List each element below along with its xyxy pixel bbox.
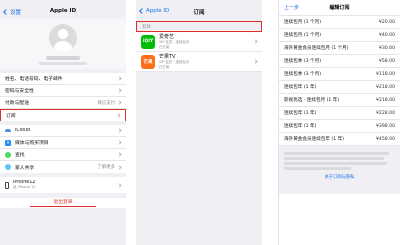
navigation-bar: 上一步 编辑订阅 <box>279 0 400 16</box>
option-label: 连续包季 (3 个月) <box>284 72 321 77</box>
option-label: 连续包季 (3 个月) <box>284 59 321 64</box>
subscription-option[interactable]: 连续包季 (3 个月) ¥118.00 <box>279 68 400 81</box>
chevron-right-icon <box>117 182 122 188</box>
option-price: ¥218.00 <box>376 84 395 90</box>
account-settings-group: 姓名、电话号码、电子邮件 密码与安全性 付款与配送 微信支付 订阅 <box>0 73 126 121</box>
chevron-right-icon <box>117 100 122 105</box>
option-label: 海外黄金会员连续包年 (1 年) <box>284 137 344 142</box>
option-price: ¥218.00 <box>376 97 395 103</box>
subscription-option[interactable]: 连续包月 (1 个月) ¥40.00 <box>279 29 400 42</box>
row-name-phone-email[interactable]: 姓名、电话号码、电子邮件 <box>0 73 126 85</box>
icloud-icon <box>5 127 11 134</box>
row-icloud[interactable]: iCloud <box>0 125 126 137</box>
chevron-right-icon <box>253 39 258 44</box>
chevron-right-icon <box>117 152 122 157</box>
option-label: 海外黄金会员连续包月 (1 个月) <box>284 46 349 51</box>
subscription-option[interactable]: 海外黄金会员连续包月 (1 个月) ¥30.00 <box>279 42 400 55</box>
option-price: ¥20.00 <box>378 19 395 25</box>
profile-header <box>0 19 126 69</box>
footnote-text-line <box>284 152 390 155</box>
footnote-text-line <box>284 157 384 160</box>
section-header-active: 有效 <box>136 21 262 32</box>
subscription-option[interactable]: 连续包年 (1 年) ¥398.00 <box>279 120 400 133</box>
find-my-icon <box>5 151 11 158</box>
option-label: 连续包年 (1 年) <box>284 124 317 129</box>
redacted-email <box>39 62 87 65</box>
row-payment-shipping[interactable]: 付款与配送 微信支付 <box>0 97 126 109</box>
avatar[interactable] <box>49 24 77 52</box>
option-price: ¥458.00 <box>376 136 395 142</box>
option-price: ¥40.00 <box>378 32 395 38</box>
row-find-my[interactable]: 查找 <box>0 149 126 161</box>
option-label: 连续包年 (1 年) <box>284 85 317 90</box>
about-subscriptions-privacy-link[interactable]: 关于订阅与隐私 <box>284 175 395 181</box>
family-sharing-icon <box>5 164 11 170</box>
footnote-text-line <box>284 162 388 165</box>
chevron-right-icon <box>117 88 122 93</box>
row-family-sharing[interactable]: 家人共享 了解更多 <box>0 161 126 173</box>
subscriptions-screen: Apple ID 订阅 有效 iQIY 爱奇艺 VIP 会员 · 连续包月 已订… <box>136 0 262 245</box>
page-title: 编辑订阅 <box>329 5 350 11</box>
subscription-item-iqiyi[interactable]: iQIY 爱奇艺 VIP 会员 · 连续包月 已订阅 <box>136 32 262 52</box>
option-label: 连续包月 (1 个月) <box>284 33 321 38</box>
redacted-name <box>46 56 80 60</box>
option-price: ¥398.00 <box>376 123 395 129</box>
chevron-right-icon <box>117 140 122 145</box>
subscription-option[interactable]: 连续包年 (1 年) ¥218.00 <box>279 81 400 94</box>
chevron-right-icon <box>117 164 122 170</box>
edit-subscription-screen: 上一步 编辑订阅 连续包月 (1 个月) ¥20.00 连续包月 (1 个月) ¥40… <box>278 0 400 245</box>
subscription-option[interactable]: 影视优选 · 连续包月 (1 年) ¥218.00 <box>279 94 400 107</box>
chevron-right-icon <box>117 128 122 133</box>
apple-id-screen: 设置 Apple ID 姓名、电话号码、电子邮件 密码与安全性 付款与配送 微信… <box>0 0 126 245</box>
row-media-purchases[interactable]: A 媒体与购买项目 <box>0 137 126 149</box>
chevron-right-icon <box>253 59 258 64</box>
option-label: 连续包月 (1 个月) <box>284 20 321 25</box>
option-price: ¥58.00 <box>378 58 395 64</box>
services-group: iCloud A 媒体与购买项目 查找 家人共享 了解更多 <box>0 125 126 173</box>
mangotv-app-icon: 芒果 <box>141 54 155 69</box>
option-label: 连续包年 (1 年) <box>284 111 317 116</box>
subscription-option[interactable]: 连续包月 (1 个月) ¥20.00 <box>279 16 400 29</box>
subscription-footnote: 关于订阅与隐私 <box>279 146 400 194</box>
subscription-status: 已订阅 <box>159 44 170 49</box>
page-title: Apple ID <box>49 8 77 14</box>
row-subscriptions[interactable]: 订阅 <box>0 109 126 121</box>
page-title: 订阅 <box>193 10 205 16</box>
navigation-bar: 设置 Apple ID <box>0 5 126 19</box>
row-password-security[interactable]: 密码与安全性 <box>0 85 126 97</box>
devices-group: iPhone12 此 iPhone 12 <box>0 177 126 193</box>
subscription-options-list: 连续包月 (1 个月) ¥20.00 连续包月 (1 个月) ¥40.00 海外黄金会员… <box>279 16 400 146</box>
logout-underline <box>30 206 96 207</box>
footnote-text-line <box>284 167 351 170</box>
subscription-option[interactable]: 连续包季 (3 个月) ¥58.00 <box>279 55 400 68</box>
navigation-bar: Apple ID 订阅 <box>136 5 262 19</box>
iphone-icon <box>5 181 9 189</box>
device-subtitle: 此 iPhone 12 <box>13 185 36 189</box>
subscription-item-mangotv[interactable]: 芒果 芒果TV VIP 会员 · 连续包月 已订阅 <box>136 52 262 72</box>
option-label: 影视优选 · 连续包月 (1 年) <box>284 98 340 103</box>
chevron-right-icon <box>116 113 121 118</box>
logout-button[interactable]: 退出登录 <box>0 198 126 208</box>
app-store-icon: A <box>5 139 11 146</box>
subscription-option[interactable]: 连续包年 (1 年) ¥228.00 <box>279 107 400 120</box>
option-price: ¥228.00 <box>376 110 395 116</box>
iqiyi-app-icon: iQIY <box>141 34 155 49</box>
subscription-status: 已订阅 <box>159 64 170 69</box>
chevron-right-icon <box>117 76 122 81</box>
option-price: ¥118.00 <box>376 71 395 77</box>
subscription-option[interactable]: 海外黄金会员连续包年 (1 年) ¥458.00 <box>279 133 400 146</box>
option-price: ¥30.00 <box>378 45 395 51</box>
row-device-iphone12[interactable]: iPhone12 此 iPhone 12 <box>0 177 126 193</box>
